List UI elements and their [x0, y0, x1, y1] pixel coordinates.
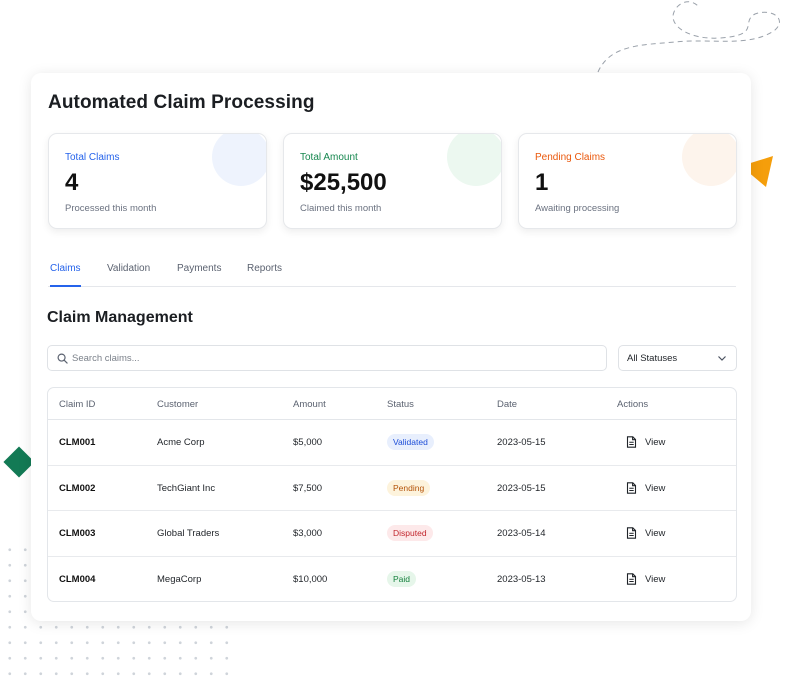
- document-icon: [626, 572, 637, 585]
- tab-reports[interactable]: Reports: [247, 263, 282, 285]
- view-claim-button[interactable]: View: [624, 479, 684, 497]
- search-icon: [57, 353, 68, 364]
- column-header-amount: Amount: [293, 399, 326, 410]
- view-label: View: [645, 528, 666, 539]
- table-row: CLM003 Global Traders $3,000 Disputed 2023-0…: [48, 511, 736, 557]
- stat-card-pending-claims: Pending Claims 1 Awaiting processing: [518, 133, 737, 229]
- view-claim-button[interactable]: View: [624, 524, 684, 542]
- document-icon: [626, 481, 637, 494]
- tab-bar: Claims Validation Payments Reports: [48, 255, 736, 287]
- date-cell: 2023-05-15: [497, 482, 546, 494]
- document-icon: [626, 527, 637, 539]
- amount-cell: $7,500: [293, 482, 323, 494]
- tab-validation[interactable]: Validation: [107, 263, 150, 285]
- tab-claims[interactable]: Claims: [50, 263, 81, 287]
- stat-card-total-claims: Total Claims 4 Processed this month: [48, 133, 267, 229]
- customer-cell: TechGiant Inc: [157, 482, 216, 494]
- stat-label: Total Amount: [300, 152, 358, 163]
- table-header: Claim ID Customer Amount Status Date Act…: [48, 388, 736, 420]
- view-label: View: [645, 482, 666, 494]
- claim-id-cell: CLM004: [59, 573, 96, 585]
- stat-value: 1: [535, 169, 549, 196]
- table-row: CLM001 Acme Corp $5,000 Validated 2023-05-15…: [48, 420, 736, 466]
- column-header-actions: Actions: [617, 399, 649, 410]
- column-header-date: Date: [497, 399, 518, 410]
- column-header-status: Status: [387, 399, 414, 410]
- search-input[interactable]: [72, 349, 592, 367]
- claims-dashboard-card: Automated Claim Processing Total Claims …: [31, 73, 751, 621]
- amount-cell: $10,000: [293, 573, 328, 585]
- decorative-circle: [682, 134, 736, 186]
- claim-id-cell: CLM001: [59, 437, 96, 448]
- status-badge: Disputed: [387, 525, 433, 541]
- claim-id-cell: CLM003: [59, 528, 96, 539]
- amount-cell: $5,000: [293, 437, 323, 448]
- date-cell: 2023-05-13: [497, 573, 546, 585]
- status-badge: Paid: [387, 570, 417, 587]
- customer-cell: MegaCorp: [157, 573, 202, 585]
- claims-table: Claim ID Customer Amount Status Date Act…: [47, 387, 737, 602]
- claim-id-cell: CLM002: [59, 482, 96, 494]
- section-title: Claim Management: [47, 309, 193, 326]
- stat-card-total-amount: Total Amount $25,500 Claimed this month: [283, 133, 502, 229]
- decorative-circle: [447, 134, 501, 186]
- customer-cell: Acme Corp: [157, 437, 205, 448]
- stat-value: $25,500: [300, 169, 387, 196]
- stat-subtitle: Awaiting processing: [535, 203, 620, 214]
- dashed-curve-decoration: [597, 1, 780, 73]
- table-row: CLM004 MegaCorp $10,000 Paid 2023-05-13 View: [48, 557, 736, 602]
- tab-payments[interactable]: Payments: [177, 263, 221, 285]
- stat-label: Total Claims: [65, 152, 120, 163]
- view-claim-button[interactable]: View: [624, 570, 684, 588]
- green-diamond-decoration: [3, 446, 35, 478]
- view-label: View: [645, 573, 666, 585]
- status-badge: Validated: [387, 434, 434, 450]
- document-icon: [626, 436, 637, 448]
- stat-subtitle: Claimed this month: [300, 203, 382, 214]
- status-filter-value: All Statuses: [627, 353, 678, 364]
- date-cell: 2023-05-15: [497, 437, 546, 448]
- page-title: Automated Claim Processing: [48, 92, 315, 113]
- status-filter-select[interactable]: All Statuses: [618, 345, 737, 371]
- view-claim-button[interactable]: View: [624, 433, 684, 451]
- decorative-circle: [212, 134, 266, 186]
- date-cell: 2023-05-14: [497, 528, 546, 539]
- customer-cell: Global Traders: [157, 528, 220, 539]
- search-box[interactable]: [47, 345, 607, 371]
- column-header-claim-id: Claim ID: [59, 399, 96, 410]
- amount-cell: $3,000: [293, 528, 323, 539]
- chevron-down-icon: [718, 356, 726, 361]
- stat-label: Pending Claims: [535, 152, 606, 163]
- stat-value: 4: [65, 169, 79, 196]
- view-label: View: [645, 437, 666, 448]
- status-badge: Pending: [387, 479, 431, 496]
- table-row: CLM002 TechGiant Inc $7,500 Pending 2023-05-…: [48, 466, 736, 511]
- stat-subtitle: Processed this month: [65, 203, 157, 214]
- column-header-customer: Customer: [157, 399, 199, 410]
